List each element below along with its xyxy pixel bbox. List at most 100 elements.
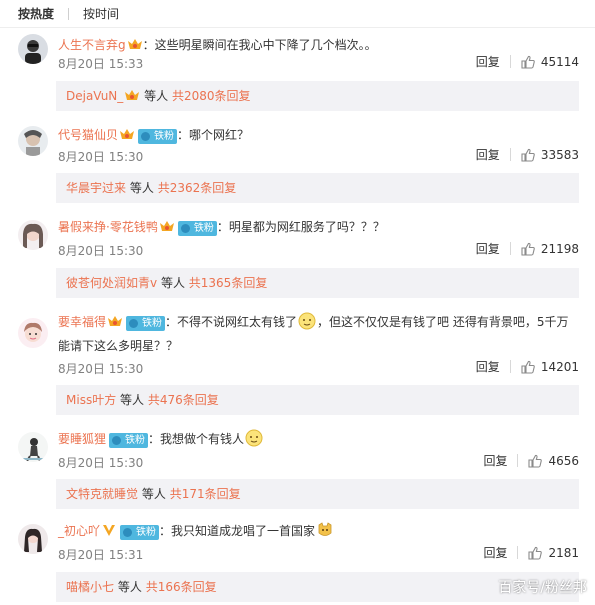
tab-sort-by-hot[interactable]: 按热度: [18, 5, 54, 22]
divider: [509, 360, 511, 373]
reply-button[interactable]: 回复: [476, 53, 500, 70]
divider: [68, 7, 70, 20]
avatar[interactable]: [18, 126, 48, 156]
sub-reply-suffix: 等人: [141, 487, 166, 501]
like-count: 4656: [548, 453, 579, 468]
vip-crown-icon: [107, 314, 123, 328]
vip-crown-icon: [127, 37, 143, 51]
avatar[interactable]: [18, 524, 48, 554]
emoji-icon: [298, 312, 316, 330]
username-link[interactable]: 代号猫仙贝: [58, 128, 118, 142]
sub-reply-count-link[interactable]: 共1365条回复: [189, 276, 268, 290]
like-count: 33583: [540, 147, 579, 162]
sub-reply-user[interactable]: 华晨宇过来: [66, 181, 126, 195]
username-link[interactable]: _初心吖: [58, 524, 100, 538]
like-button[interactable]: 14201: [521, 360, 579, 374]
comment-meta: 8月20日 15:30 回复 14201: [58, 358, 579, 378]
like-button[interactable]: 33583: [521, 148, 579, 162]
sub-reply-count-link[interactable]: 共476条回复: [148, 393, 219, 407]
fan-badge: 铁粉: [109, 433, 149, 448]
username-link[interactable]: 暑假来挣·零花钱鸭: [58, 220, 158, 234]
sub-reply-suffix: 等人: [117, 580, 142, 594]
fan-badge: 铁粉: [120, 525, 160, 540]
comment-meta: 8月20日 15:30 回复 21198: [58, 240, 579, 260]
sub-reply-suffix: 等人: [160, 276, 185, 290]
divider: [509, 242, 511, 255]
sub-reply-user[interactable]: DejaVuN_: [66, 89, 123, 103]
tab-sort-by-time[interactable]: 按时间: [83, 5, 119, 22]
like-button[interactable]: 21198: [521, 242, 579, 256]
sub-reply-user[interactable]: 喵橘小七: [66, 580, 114, 594]
sub-reply-summary: 华晨宇过来 等人 共2362条回复: [56, 173, 579, 203]
reply-button[interactable]: 回复: [476, 146, 500, 163]
sub-reply-summary: 文特克就睡觉 等人 共171条回复: [56, 479, 579, 509]
sub-reply-summary: Miss叶方 等人 共476条回复: [56, 385, 579, 415]
comment-date: 8月20日 15:31: [58, 548, 144, 562]
thumbs-up-icon: [521, 148, 535, 162]
emoji-icon: [316, 521, 334, 539]
sub-reply-count-link[interactable]: 共2362条回复: [158, 181, 237, 195]
fan-badge: 铁粉: [138, 129, 178, 144]
sub-reply-user[interactable]: Miss叶方: [66, 393, 116, 407]
like-button[interactable]: 2181: [528, 546, 579, 560]
vip-crown-icon: [159, 219, 175, 233]
like-count: 21198: [540, 241, 579, 256]
avatar[interactable]: [18, 432, 48, 462]
like-count: 45114: [540, 54, 579, 69]
sort-bar: 按热度 按时间: [0, 0, 595, 28]
reply-button[interactable]: 回复: [476, 240, 500, 257]
vip-crown-icon: [124, 88, 140, 102]
divider: [517, 454, 519, 467]
comment-date: 8月20日 15:30: [58, 150, 144, 164]
sub-reply-user[interactable]: 文特克就睡觉: [66, 487, 138, 501]
sub-reply-count-link[interactable]: 共171条回复: [170, 487, 241, 501]
fan-badge: 铁粉: [177, 221, 217, 236]
comment-text: ：明星都为网红服务了吗？？？: [216, 220, 385, 234]
sub-reply-user[interactable]: 彼苍何处润如青v: [66, 276, 157, 290]
v-verified-icon: [101, 523, 117, 537]
like-count: 14201: [540, 359, 579, 374]
like-button[interactable]: 4656: [528, 454, 579, 468]
thumbs-up-icon: [521, 242, 535, 256]
sub-reply-suffix: 等人: [144, 89, 169, 103]
comment-date: 8月20日 15:33: [58, 57, 144, 71]
comment-date: 8月20日 15:30: [58, 362, 144, 376]
comment-meta: 8月20日 15:30 回复 33583: [58, 146, 579, 166]
watermark: 百家号/粉丝邦: [498, 580, 587, 596]
username-link[interactable]: 要睡狐狸: [58, 432, 106, 446]
thumbs-up-icon: [521, 360, 535, 374]
sub-reply-summary: 彼苍何处润如青v 等人 共1365条回复: [56, 268, 579, 298]
reply-button[interactable]: 回复: [476, 358, 500, 375]
comment-text: ：我想做个有钱人: [148, 432, 245, 446]
comment-date: 8月20日 15:30: [58, 244, 144, 258]
avatar[interactable]: [18, 34, 48, 64]
like-count: 2181: [548, 545, 579, 560]
divider: [517, 546, 519, 559]
sub-reply-count-link[interactable]: 共166条回复: [146, 580, 217, 594]
sub-reply-suffix: 等人: [120, 393, 145, 407]
fan-badge: 铁粉: [126, 316, 166, 331]
reply-button[interactable]: 回复: [483, 544, 507, 561]
avatar[interactable]: [18, 318, 48, 348]
reply-button[interactable]: 回复: [483, 452, 507, 469]
comment-text: ：这些明星瞬间在我心中下降了几个档次。。: [142, 38, 377, 52]
username-link[interactable]: 人生不言弃g: [58, 38, 126, 52]
comment-text: ：我只知道成龙唱了一首国家: [159, 524, 316, 538]
divider: [509, 55, 511, 68]
comment-meta: 8月20日 15:33 回复 45114: [58, 53, 579, 73]
avatar[interactable]: [18, 220, 48, 250]
divider: [509, 148, 511, 161]
sub-reply-suffix: 等人: [129, 181, 154, 195]
thumbs-up-icon: [528, 454, 543, 468]
sub-reply-count-link[interactable]: 共2080条回复: [172, 89, 251, 103]
like-button[interactable]: 45114: [521, 55, 579, 69]
comment-meta: 8月20日 15:31 回复 2181: [58, 544, 579, 564]
username-link[interactable]: 要幸福得: [58, 315, 106, 329]
comment-text: ：不得不说网红太有钱了: [165, 315, 298, 329]
comment-text: ：哪个网红？: [177, 128, 250, 142]
emoji-icon: [245, 429, 263, 447]
thumbs-up-icon: [528, 546, 543, 560]
sub-reply-summary: DejaVuN_ 等人 共2080条回复: [56, 81, 579, 111]
thumbs-up-icon: [521, 55, 535, 69]
comment-meta: 8月20日 15:30 回复 4656: [58, 452, 579, 472]
